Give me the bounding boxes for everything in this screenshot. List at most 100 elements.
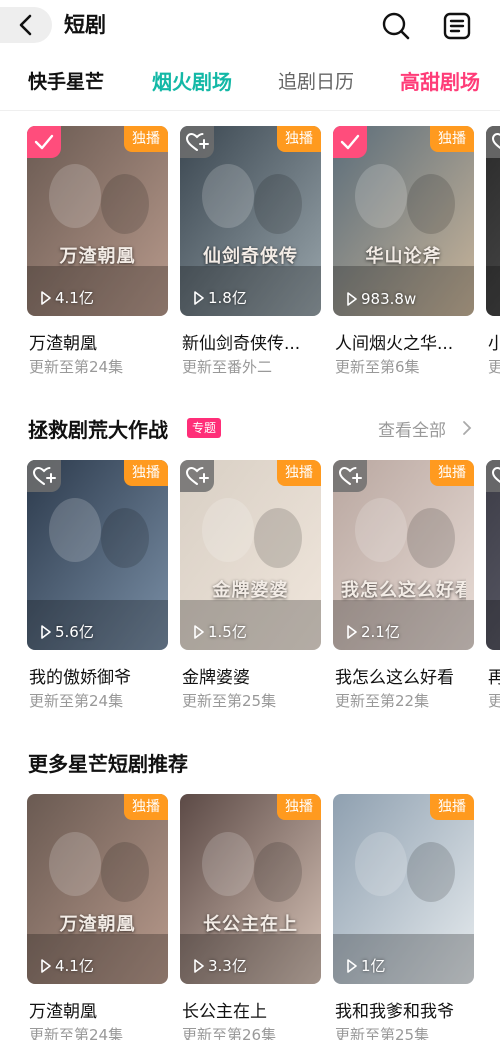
heart-plus-icon <box>185 466 209 485</box>
drama-row-rescue: 独播 5.6亿 我的傲娇御爷 更新至第24集 金牌婆婆 独播 1.5亿 金牌婆婆 更新至第25集… <box>0 460 500 720</box>
drama-card[interactable]: 小更 <box>486 126 500 376</box>
drama-card[interactable]: 再更 <box>486 460 500 710</box>
play-icon <box>41 958 51 973</box>
heart-plus-icon <box>491 466 500 484</box>
add-favorite-button[interactable] <box>180 126 214 158</box>
special-topic-badge: 专题 <box>187 418 222 438</box>
drama-title[interactable]: 小 <box>488 329 500 354</box>
section-title-more: 更多星芒短剧推荐 <box>28 752 188 776</box>
view-all-link[interactable]: 查看全部 <box>378 416 446 441</box>
drama-cover-image[interactable] <box>486 126 500 316</box>
view-count-text: 4.1亿 <box>55 289 94 307</box>
tab-yanhuo-theater[interactable]: 烟火剧场 <box>152 62 232 102</box>
episode-status: 更 <box>488 692 500 710</box>
check-icon <box>340 134 360 150</box>
drama-card[interactable]: 我怎么这么好看 独播 2.1亿 我怎么这么好看 更新至第22集 <box>333 460 474 710</box>
view-count-text: 1.8亿 <box>208 289 247 307</box>
drama-card[interactable]: 仙剑奇侠传 独播 1.8亿 新仙剑奇侠传... 更新至番外二 <box>180 126 321 376</box>
chevron-right-icon <box>463 421 472 435</box>
episode-status: 更新至第26集 <box>182 1026 277 1040</box>
favorited-toggle[interactable] <box>333 126 367 158</box>
drama-cover-image[interactable] <box>486 460 500 650</box>
drama-card[interactable]: 独播 5.6亿 我的傲娇御爷 更新至第24集 <box>27 460 168 710</box>
drama-cover-image[interactable]: 长公主在上 独播 3.3亿 <box>180 794 321 984</box>
heart-plus-icon <box>491 132 500 150</box>
exclusive-badge: 独播 <box>430 794 474 820</box>
drama-cover-image[interactable]: 万渣朝凰 独播 4.1亿 <box>27 126 168 316</box>
drama-card[interactable]: 金牌婆婆 独播 1.5亿 金牌婆婆 更新至第25集 <box>180 460 321 710</box>
play-icon <box>194 624 204 639</box>
view-count: 4.1亿 <box>41 287 94 308</box>
menu-button[interactable] <box>441 10 473 42</box>
play-icon <box>347 292 357 306</box>
drama-title[interactable]: 长公主在上 <box>182 997 321 1022</box>
view-count: 1.8亿 <box>194 287 247 308</box>
drama-title[interactable]: 我怎么这么好看 <box>335 663 474 688</box>
view-count-text: 983.8w <box>361 290 417 308</box>
exclusive-badge: 独播 <box>277 126 321 152</box>
view-count-text: 5.6亿 <box>55 623 94 641</box>
drama-row-featured: 万渣朝凰 独播 4.1亿 万渣朝凰 更新至第24集 仙剑奇侠传 独播 1.8亿 新仙剑奇侠传..… <box>0 126 500 386</box>
drama-cover-image[interactable]: 万渣朝凰 独播 4.1亿 <box>27 794 168 984</box>
add-favorite-button[interactable] <box>180 460 214 492</box>
heart-plus-icon <box>32 466 56 485</box>
drama-cover-image[interactable]: 金牌婆婆 独播 1.5亿 <box>180 460 321 650</box>
play-icon <box>41 290 51 305</box>
drama-title[interactable]: 金牌婆婆 <box>182 663 321 688</box>
drama-title[interactable]: 我和我爹和我爷 <box>335 997 474 1022</box>
episode-status: 更新至第25集 <box>335 1026 430 1040</box>
drama-title[interactable]: 人间烟火之华... <box>335 329 474 354</box>
exclusive-badge: 独播 <box>277 794 321 820</box>
view-count: 983.8w <box>347 290 416 308</box>
view-count-text: 4.1亿 <box>55 957 94 975</box>
heart-plus-icon <box>185 132 209 151</box>
favorited-toggle[interactable] <box>27 126 61 158</box>
view-count-text: 1.5亿 <box>208 623 247 641</box>
view-count-text: 1亿 <box>361 957 386 975</box>
drama-row-more: 万渣朝凰 独播 4.1亿 万渣朝凰 更新至第24集 长公主在上 独播 3.3亿 长公主在上 更新至… <box>0 794 500 1040</box>
drama-card[interactable]: 独播 1亿我和我爹和我爷更新至第25集 <box>333 794 474 1040</box>
add-favorite-button[interactable] <box>486 126 500 158</box>
list-menu-icon <box>443 12 471 40</box>
page-title: 短剧 <box>64 13 106 37</box>
play-icon <box>347 624 357 639</box>
exclusive-badge: 独播 <box>124 126 168 152</box>
drama-card[interactable]: 华山论斧 独播 983.8w 人间烟火之华... 更新至第6集 <box>333 126 474 376</box>
drama-cover-image[interactable]: 我怎么这么好看 独播 2.1亿 <box>333 460 474 650</box>
tab-drama-calendar[interactable]: 追剧日历 <box>278 62 354 102</box>
cover-title-art: 长公主在上 <box>203 914 298 935</box>
episode-status: 更 <box>488 358 500 376</box>
search-button[interactable] <box>380 10 412 42</box>
drama-card[interactable]: 长公主在上 独播 3.3亿 长公主在上 更新至第26集 <box>180 794 321 1040</box>
view-count: 1.5亿 <box>194 621 247 642</box>
drama-card[interactable]: 万渣朝凰 独播 4.1亿 万渣朝凰 更新至第24集 <box>27 794 168 1040</box>
drama-title[interactable]: 新仙剑奇侠传... <box>182 329 321 354</box>
drama-title[interactable]: 万渣朝凰 <box>29 329 168 354</box>
drama-title[interactable]: 万渣朝凰 <box>29 997 168 1022</box>
cover-title-art: 华山论斧 <box>365 246 442 267</box>
view-count-text: 3.3亿 <box>208 957 247 975</box>
add-favorite-button[interactable] <box>27 460 61 492</box>
drama-cover-image[interactable]: 华山论斧 独播 983.8w <box>333 126 474 316</box>
cover-title-art: 仙剑奇侠传 <box>203 246 298 267</box>
add-favorite-button[interactable] <box>486 460 500 492</box>
drama-title[interactable]: 我的傲娇御爷 <box>29 663 168 688</box>
episode-status: 更新至第6集 <box>335 358 420 376</box>
category-tabs: 快手星芒 烟火剧场 追剧日历 高甜剧场 <box>0 62 500 106</box>
view-count-text: 2.1亿 <box>361 623 400 641</box>
tab-sweet-theater[interactable]: 高甜剧场 <box>400 62 480 102</box>
heart-plus-icon <box>338 466 362 485</box>
drama-cover-image[interactable]: 独播 1亿 <box>333 794 474 984</box>
tab-kuaishou-xingmang[interactable]: 快手星芒 <box>28 62 104 102</box>
add-favorite-button[interactable] <box>333 460 367 492</box>
back-button[interactable] <box>0 7 52 43</box>
cover-title-art: 金牌婆婆 <box>212 580 289 601</box>
drama-cover-image[interactable]: 仙剑奇侠传 独播 1.8亿 <box>180 126 321 316</box>
drama-card[interactable]: 万渣朝凰 独播 4.1亿 万渣朝凰 更新至第24集 <box>27 126 168 376</box>
cover-title-art: 万渣朝凰 <box>59 914 136 935</box>
drama-cover-image[interactable]: 独播 5.6亿 <box>27 460 168 650</box>
view-count: 2.1亿 <box>347 621 400 642</box>
section-title-rescue: 拯救剧荒大作战 <box>28 418 168 442</box>
drama-title[interactable]: 再 <box>488 663 500 688</box>
exclusive-badge: 独播 <box>430 460 474 486</box>
